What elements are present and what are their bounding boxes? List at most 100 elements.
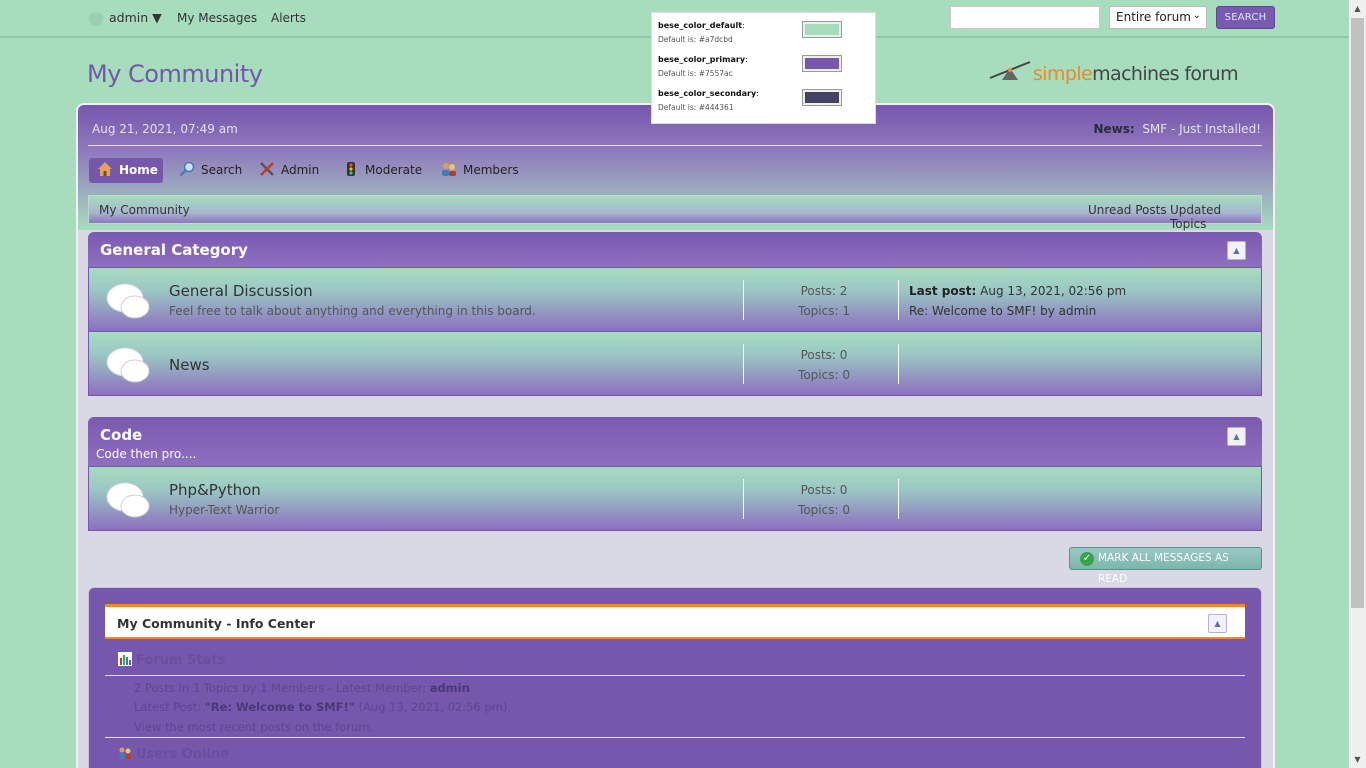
home-icon (98, 162, 112, 176)
forum-stats-heading[interactable]: Forum Stats (118, 652, 225, 668)
collapse-icon[interactable]: ▲ (1227, 427, 1246, 446)
last-post-date: Aug 13, 2021, 02:56 pm (980, 284, 1127, 298)
collapse-icon[interactable]: ▲ (1227, 241, 1246, 260)
logo-simple-text: simple (1033, 63, 1093, 85)
nav-search-label: Search (201, 163, 243, 177)
nav-search[interactable]: Search (179, 158, 242, 183)
users-online-heading[interactable]: Users Online (118, 746, 229, 762)
divider (898, 280, 899, 320)
board-row: General Discussion Feel free to talk abo… (88, 267, 1262, 332)
divider (743, 479, 744, 519)
color-setting-default-text: Default is: #444361 (658, 103, 734, 112)
last-post-topic[interactable]: Re: Welcome to SMF! by admin (909, 304, 1096, 318)
logo-forum-text: forum (1178, 63, 1238, 85)
forum-stats-summary: 2 Posts in 1 Topics by 1 Members - Lates… (134, 681, 470, 695)
search-input[interactable] (950, 6, 1100, 29)
latest-post-line: Latest Post: "Re: Welcome to SMF!" (Aug … (134, 700, 507, 714)
breadcrumb-bar: My Community Unread Posts Updated Topics (88, 195, 1262, 231)
divider (898, 479, 899, 519)
latest-post-link[interactable]: "Re: Welcome to SMF!" (205, 700, 355, 714)
divider (88, 145, 1262, 146)
search-scope-select[interactable]: Entire forum ⌄ (1109, 6, 1207, 29)
last-post-info: Last post: Aug 13, 2021, 02:56 pm (909, 284, 1126, 298)
nav-admin-label: Admin (281, 163, 320, 177)
recent-posts-link[interactable]: View the most recent posts on the forum. (134, 720, 373, 734)
color-setting-name: bese_color_default (658, 21, 743, 30)
board-title[interactable]: General Discussion (169, 282, 313, 300)
stats-summary-text: 2 Posts in 1 Topics by 1 Members - Lates… (134, 681, 427, 695)
divider (743, 344, 744, 384)
divider (105, 675, 1245, 676)
breadcrumb[interactable]: My Community (99, 203, 190, 217)
news-text: SMF - Just Installed! (1142, 122, 1261, 136)
latest-post-date: (Aug 13, 2021, 02:56 pm) (358, 700, 508, 714)
mark-all-read-button[interactable]: ✓ MARK ALL MESSAGES AS READ (1069, 547, 1262, 585)
traffic-light-icon (347, 162, 355, 176)
board-icon (106, 283, 150, 319)
board-description: Feel free to talk about anything and eve… (169, 304, 536, 318)
users-icon (119, 747, 131, 759)
search-button[interactable]: SEARCH (1216, 6, 1275, 29)
board-posts-count: Posts: 0 (800, 483, 848, 497)
alerts-link[interactable]: Alerts (271, 11, 306, 25)
news-label: News: (1093, 122, 1135, 136)
nav-moderate-label: Moderate (365, 163, 423, 177)
news-ticker: News: SMF - Just Installed! (1093, 122, 1261, 136)
divider (105, 737, 1245, 738)
search-scope-value: Entire forum (1116, 10, 1191, 24)
forum-title[interactable]: My Community (87, 60, 263, 88)
avatar (89, 11, 103, 26)
scroll-up-arrow-icon[interactable]: ▲ (1349, 0, 1366, 17)
color-swatch[interactable] (802, 55, 842, 72)
board-topics-count: Topics: 1 (798, 304, 850, 318)
nav-admin[interactable]: Admin (259, 158, 319, 183)
board-icon (106, 347, 150, 383)
color-swatch[interactable] (802, 89, 842, 106)
logo-machines-text: machines (1092, 63, 1179, 85)
collapse-icon[interactable]: ▲ (1208, 614, 1227, 633)
my-messages-link[interactable]: My Messages (177, 11, 257, 25)
color-swatch[interactable] (802, 21, 842, 38)
unread-posts-link[interactable]: Unread Posts (1088, 203, 1167, 217)
board-description: Hyper-Text Warrior (169, 503, 280, 517)
smf-logo[interactable]: simplemachines forum (988, 60, 1263, 88)
last-post-label: Last post: (909, 284, 977, 298)
forum-stats-label: Forum Stats (136, 653, 226, 668)
board-title[interactable]: News (169, 356, 210, 374)
nav-members[interactable]: Members (441, 158, 519, 183)
nav-home[interactable]: Home (89, 158, 163, 183)
divider (743, 280, 744, 320)
checkmark-icon: ✓ (1080, 552, 1094, 566)
latest-post-label: Latest Post: (134, 700, 202, 714)
category-description: Code then pro.... (96, 447, 197, 461)
category-title[interactable]: Code (100, 426, 142, 444)
user-menu-label: admin ▼ (108, 10, 162, 25)
board-posts-count: Posts: 2 (800, 284, 848, 298)
updated-topics-link[interactable]: Updated Topics (1170, 203, 1261, 231)
color-setting-name: bese_color_primary (658, 55, 746, 64)
color-setting-default-text: Default is: #7557ac (658, 69, 733, 78)
board-row: Php&Python Hyper-Text Warrior Posts: 0 T… (88, 466, 1262, 531)
search-icon (179, 161, 195, 177)
color-setting-secondary: bese_color_secondary: Default is: #44436… (658, 89, 873, 119)
scrollbar-thumb[interactable] (1351, 18, 1364, 608)
divider (898, 344, 899, 384)
chevron-down-icon: ⌄ (1192, 10, 1201, 21)
color-setting-default-text: Default is: #a7dcbd (658, 35, 733, 44)
scroll-down-arrow-icon[interactable]: ▼ (1349, 751, 1366, 768)
category-header: General Category ▲ (88, 232, 1262, 267)
board-row: News Posts: 0 Topics: 0 (88, 331, 1262, 396)
category-title[interactable]: General Category (100, 241, 248, 259)
tools-icon (260, 162, 274, 176)
nav-moderate[interactable]: Moderate (343, 158, 422, 183)
color-setting-name: bese_color_secondary (658, 89, 757, 98)
members-icon (442, 163, 456, 176)
info-center-header: My Community - Info Center ▲ (105, 604, 1245, 639)
users-online-label: Users Online (136, 747, 230, 762)
board-title[interactable]: Php&Python (169, 481, 261, 499)
color-setting-primary: bese_color_primary: Default is: #7557ac (658, 55, 873, 85)
user-menu[interactable]: admin ▼ (89, 10, 162, 26)
nav-home-label: Home (119, 163, 158, 177)
board-topics-count: Topics: 0 (798, 503, 850, 517)
latest-member-link[interactable]: admin (430, 681, 470, 695)
